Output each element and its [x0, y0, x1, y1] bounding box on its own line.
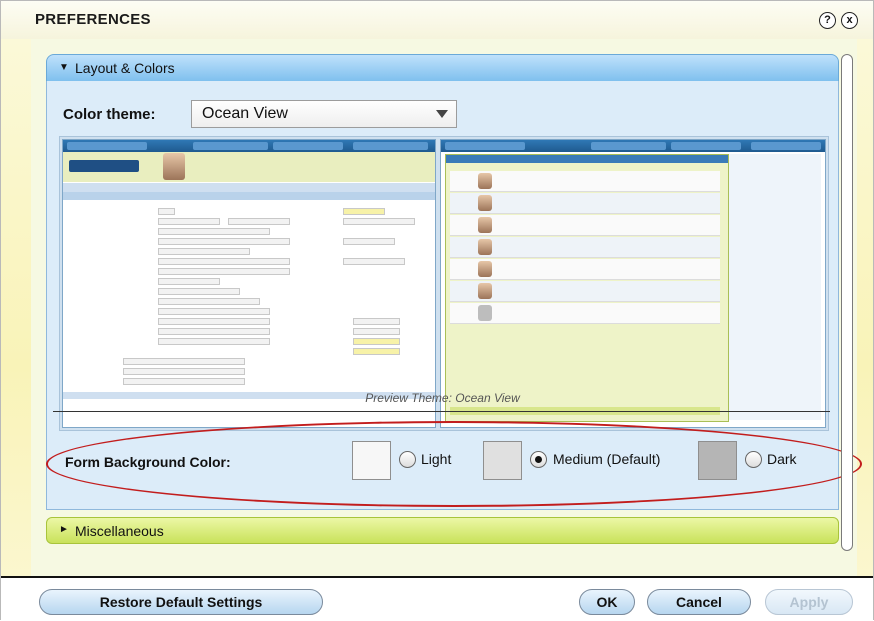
- preview-caption: Preview Theme: Ocean View: [365, 391, 520, 405]
- cancel-button[interactable]: Cancel: [647, 589, 751, 615]
- dropdown-arrow-icon: [436, 110, 448, 118]
- color-theme-value: Ocean View: [202, 105, 288, 122]
- swatch-dark: [698, 441, 737, 480]
- form-background-label: Form Background Color:: [65, 454, 231, 470]
- ok-button[interactable]: OK: [579, 589, 635, 615]
- apply-button[interactable]: Apply: [765, 589, 853, 615]
- color-theme-dropdown[interactable]: Ocean View: [191, 100, 457, 128]
- radio-label-dark: Dark: [767, 451, 797, 467]
- preview-results-panel: [445, 154, 729, 422]
- window-title: PREFERENCES: [35, 11, 151, 28]
- left-accent-bar: [1, 39, 31, 584]
- help-icon[interactable]: ?: [819, 12, 836, 29]
- preview-screen-search-results: [440, 139, 826, 428]
- radio-medium[interactable]: [530, 451, 547, 468]
- swatch-light: [352, 441, 391, 480]
- radio-dark[interactable]: [745, 451, 762, 468]
- preview-menu-bar: [63, 183, 435, 192]
- section-header-miscellaneous[interactable]: ► Miscellaneous: [46, 517, 839, 544]
- theme-preview: [59, 136, 829, 431]
- section-label: Miscellaneous: [75, 523, 164, 539]
- restore-defaults-button[interactable]: Restore Default Settings: [39, 589, 323, 615]
- radio-label-light: Light: [421, 451, 452, 467]
- radio-light[interactable]: [399, 451, 416, 468]
- close-icon[interactable]: x: [841, 12, 858, 29]
- preview-logo: [69, 160, 139, 172]
- color-theme-label: Color theme:: [63, 106, 156, 123]
- section-divider: [53, 411, 830, 412]
- vertical-scrollbar[interactable]: [841, 54, 853, 551]
- title-bar: PREFERENCES ? x: [1, 1, 873, 39]
- preferences-content: ▼ Layout & Colors Color theme: Ocean Vie…: [31, 39, 862, 584]
- section-body-layout-colors: Color theme: Ocean View Preview Theme: O…: [46, 81, 862, 510]
- radio-label-medium: Medium (Default): [553, 451, 661, 467]
- preview-photo: [163, 153, 185, 180]
- preview-screen-entry-form: [62, 139, 436, 428]
- right-accent-bar: [857, 39, 873, 584]
- preview-tab-bar: [63, 192, 435, 200]
- swatch-medium: [483, 441, 522, 480]
- section-header-layout-colors[interactable]: ▼ Layout & Colors: [46, 54, 839, 82]
- triangle-right-icon: ►: [59, 524, 69, 535]
- triangle-down-icon: ▼: [59, 62, 69, 73]
- footer-bar: Restore Default Settings OK Cancel Apply: [1, 576, 873, 621]
- preferences-window: PREFERENCES ? x ▼ Layout & Colors Color …: [0, 0, 874, 621]
- preview-top-bar: [63, 140, 435, 152]
- section-label: Layout & Colors: [75, 60, 175, 76]
